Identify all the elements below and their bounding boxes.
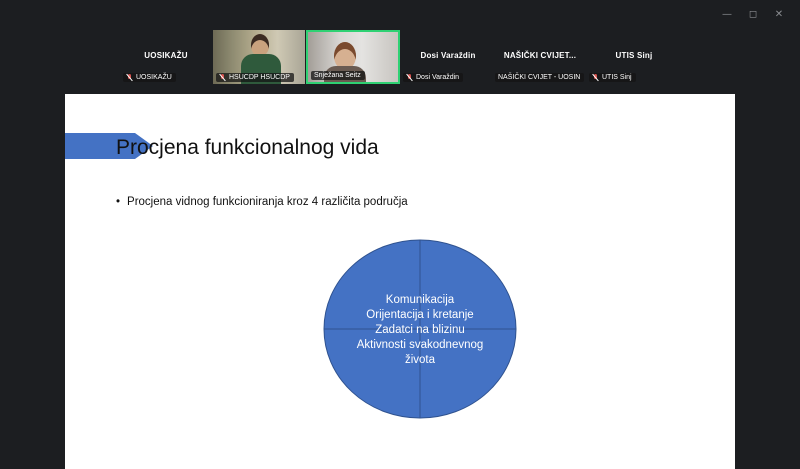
circle-label-communication: Komunikacija [385, 294, 455, 306]
participant-tile-nasicki-cvijet[interactable]: NAŠIČKI CVIJET... NAŠIČKI CVIJET - UOSIN [492, 30, 588, 84]
circle-labels: Komunikacija Orijentacija i kretanje Zad… [323, 293, 517, 368]
participant-tile-uosikazu[interactable]: UOSIKAŽU UOSIKAŽU [120, 30, 212, 84]
mic-muted-icon [219, 74, 226, 81]
shared-slide: Procjena funkcionalnog vida • Procjena v… [65, 94, 735, 469]
window-controls: — ◻ ✕ [714, 6, 792, 22]
circle-label-orientation: Orijentacija i kretanje [366, 309, 474, 321]
participant-strip: UOSIKAŽU UOSIKAŽU HSUCDP HSUCDP Snježana… [0, 30, 800, 86]
circle-label-daily-activities-cont: života [404, 354, 436, 366]
mic-muted-icon [406, 74, 413, 81]
slide-title: Procjena funkcionalnog vida [116, 136, 379, 159]
participant-name: UOSIKAŽU [144, 51, 188, 60]
participant-label: UOSIKAŽU [123, 73, 176, 82]
bullet-text: Procjena vidnog funkcioniranja kroz 4 ra… [127, 196, 408, 208]
maximize-icon[interactable]: ◻ [740, 6, 766, 22]
minimize-icon[interactable]: — [714, 6, 740, 22]
mic-muted-icon [592, 74, 599, 81]
participant-label: Dosi Varaždin [403, 73, 464, 82]
video-person-head [251, 34, 269, 56]
participant-label: HSUCDP HSUCDP [216, 73, 294, 82]
participant-name: Dosi Varaždin [420, 51, 476, 60]
participant-label: Snježana Seitz [311, 71, 365, 80]
mic-muted-icon [126, 74, 133, 81]
participant-tile-hsucdp[interactable]: HSUCDP HSUCDP [213, 30, 305, 84]
circle-label-near-tasks: Zadatci na blizinu [375, 324, 465, 336]
circle-label-daily-activities: Aktivnosti svakodnevnog [356, 339, 484, 351]
participant-name: UTIS Sinj [615, 51, 653, 60]
participant-label: UTIS Sinj [589, 73, 636, 82]
participant-tile-utis-sinj[interactable]: UTIS Sinj UTIS Sinj [586, 30, 682, 84]
bullet-marker: • [116, 196, 121, 208]
participant-name: NAŠIČKI CVIJET... [503, 51, 577, 60]
close-icon[interactable]: ✕ [766, 6, 792, 22]
participant-label: NAŠIČKI CVIJET - UOSIN [495, 73, 585, 82]
slide-bullet: • Procjena vidnog funkcioniranja kroz 4 … [116, 196, 408, 208]
participant-tile-dosi-varazdin[interactable]: Dosi Varaždin Dosi Varaždin [400, 30, 496, 84]
participant-tile-snjezana-active-speaker[interactable]: Snježana Seitz [306, 30, 400, 84]
